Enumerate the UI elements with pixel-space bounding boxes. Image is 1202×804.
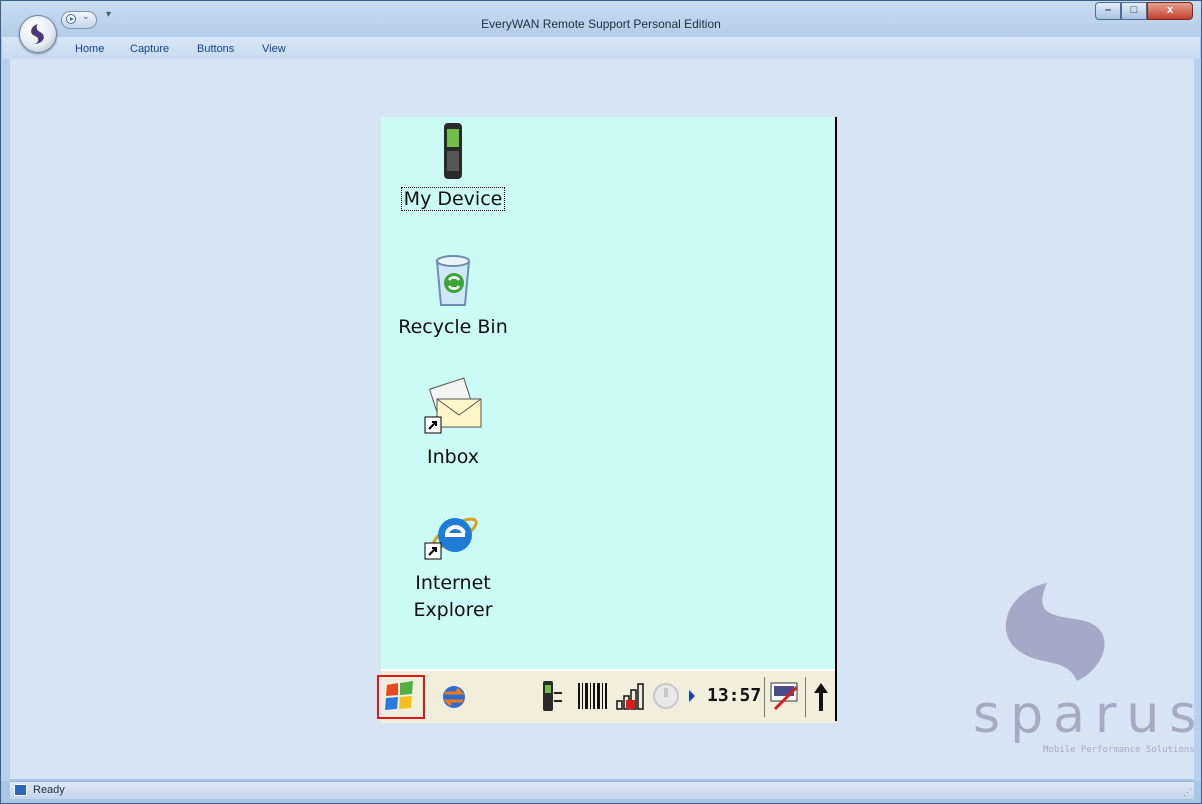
application-menu-button[interactable] xyxy=(19,15,57,53)
sparus-logo-icon xyxy=(31,24,44,44)
window-title: EveryWAN Remote Support Personal Edition xyxy=(481,17,721,31)
sparus-swoosh-icon xyxy=(1005,583,1105,681)
sparus-tagline: Mobile Performance Solutions xyxy=(1043,745,1195,755)
ribbon-tabs: Home Capture Buttons View xyxy=(2,37,1200,59)
signal-strength-icon[interactable] xyxy=(615,681,645,711)
desktop-icon-internet-explorer[interactable]: Internet Explorer xyxy=(395,503,511,624)
activesync-icon[interactable] xyxy=(439,683,469,711)
pda-device-icon xyxy=(444,123,462,179)
up-arrow-icon[interactable] xyxy=(813,681,829,713)
recycle-bin-icon xyxy=(435,255,471,306)
tab-home[interactable]: Home xyxy=(75,43,104,55)
internet-explorer-icon xyxy=(424,517,478,560)
tab-capture[interactable]: Capture xyxy=(130,43,169,55)
minimize-button[interactable]: – xyxy=(1095,2,1121,20)
app-window: ⌄ ▾ EveryWAN Remote Support Personal Edi… xyxy=(0,0,1202,804)
device-screen[interactable]: My Device Recycle Bin Inbox Internet Exp… xyxy=(381,117,837,721)
title-bar: ⌄ ▾ EveryWAN Remote Support Personal Edi… xyxy=(1,1,1201,37)
status-bar: Ready ⋰ xyxy=(10,781,1194,799)
power-icon[interactable] xyxy=(651,681,681,711)
tray-expand-arrow-icon[interactable] xyxy=(689,690,695,702)
desktop-icon-my-device[interactable]: My Device xyxy=(395,121,511,213)
icon-label: Recycle Bin xyxy=(398,316,508,338)
divider xyxy=(764,677,765,717)
barcode-scanner-icon[interactable] xyxy=(577,681,611,711)
tab-buttons[interactable]: Buttons xyxy=(197,43,234,55)
sparus-logo: sparus Mobile Performance Solutions xyxy=(965,571,1196,771)
windows-flag-icon xyxy=(385,681,413,710)
icon-label: My Device xyxy=(400,187,506,211)
close-button[interactable]: x xyxy=(1147,2,1193,20)
keyboard-input-icon[interactable] xyxy=(769,681,801,711)
desktop-icon-inbox[interactable]: Inbox xyxy=(395,377,511,471)
icon-label-line-1: Internet xyxy=(415,572,491,594)
device-taskbar: 13:57 xyxy=(377,669,835,723)
window-controls: – □ x xyxy=(1095,2,1193,20)
tab-view[interactable]: View xyxy=(262,43,286,55)
status-text: Ready xyxy=(33,784,65,796)
maximize-button[interactable]: □ xyxy=(1121,2,1147,20)
sparus-brand-text: sparus xyxy=(973,685,1202,745)
desktop-icon-recycle-bin[interactable]: Recycle Bin xyxy=(387,249,519,341)
inbox-mail-icon xyxy=(424,377,482,434)
device-clock[interactable]: 13:57 xyxy=(707,685,761,706)
resize-grip-icon[interactable]: ⋰ xyxy=(1183,787,1192,798)
icon-label: Inbox xyxy=(427,446,479,468)
app-status-icon xyxy=(14,784,27,796)
device-sync-icon[interactable] xyxy=(541,679,563,713)
divider xyxy=(805,677,806,717)
left-frame xyxy=(1,59,10,781)
icon-label-line-2: Explorer xyxy=(413,599,493,621)
start-button[interactable] xyxy=(377,675,425,719)
